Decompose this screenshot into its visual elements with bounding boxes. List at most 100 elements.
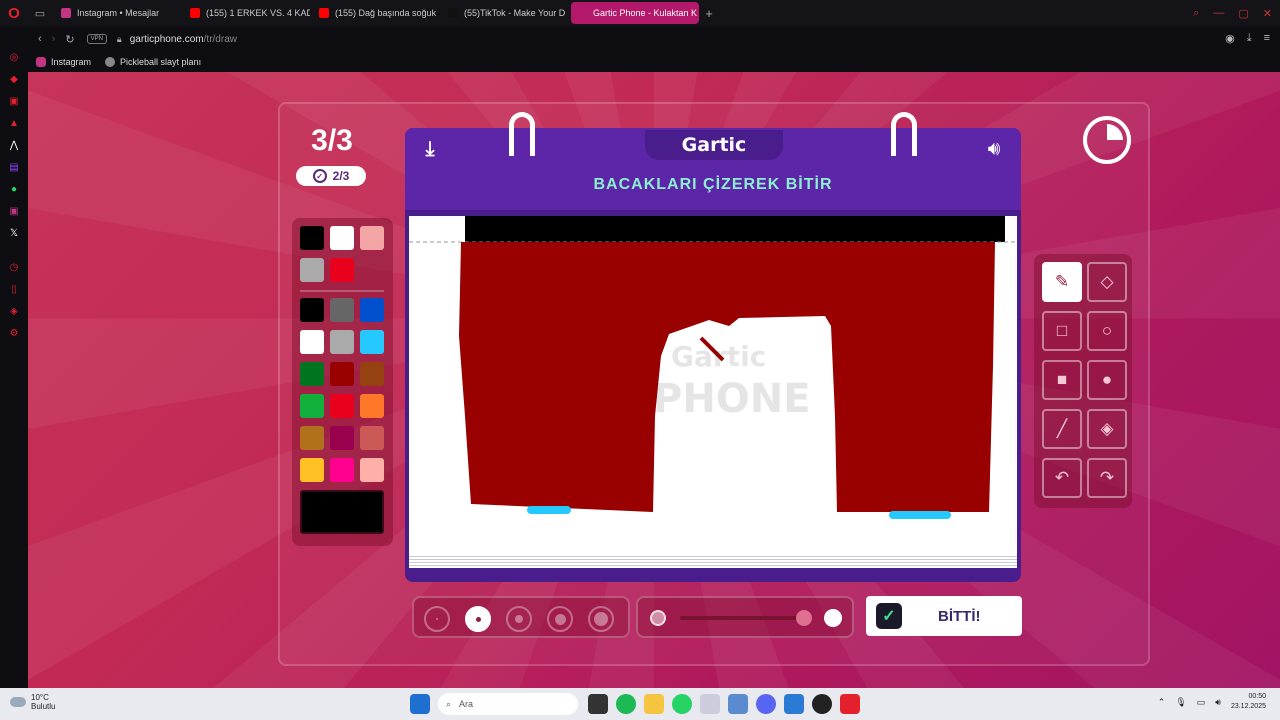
sidebar-arc-icon[interactable]: ⋀: [0, 134, 28, 156]
new-tab-button[interactable]: +: [699, 6, 719, 21]
circle-outline-tool-button[interactable]: ○: [1087, 311, 1127, 351]
profile-icon[interactable]: ◉: [1225, 32, 1235, 45]
color-swatch[interactable]: [360, 330, 384, 354]
lock-icon[interactable]: 🔒︎: [117, 34, 122, 45]
microphone-icon[interactable]: 🎙︎: [1175, 697, 1186, 708]
file-explorer-icon[interactable]: [644, 694, 664, 714]
sidebar-history-icon[interactable]: ◷: [0, 256, 28, 278]
maximize-button[interactable]: ▢: [1238, 7, 1248, 20]
bookmark-instagram[interactable]: Instagram: [36, 57, 91, 67]
download-drawing-icon[interactable]: ⤓: [417, 136, 443, 162]
pencil-tool-button[interactable]: ✎: [1042, 262, 1082, 302]
color-swatch[interactable]: [300, 298, 324, 322]
color-swatch[interactable]: [300, 458, 324, 482]
back-icon[interactable]: ‹: [38, 33, 42, 45]
sidebar-pinboard-icon[interactable]: ▯: [0, 278, 28, 300]
opacity-track[interactable]: [680, 616, 810, 620]
opacity-slider[interactable]: [636, 596, 854, 638]
brush-size-option[interactable]: [424, 606, 450, 632]
sidebar-crypto-icon[interactable]: ◆: [0, 68, 28, 90]
color-swatch[interactable]: [360, 298, 384, 322]
color-swatch[interactable]: [330, 394, 354, 418]
color-swatch[interactable]: [300, 362, 324, 386]
undo-tool-button[interactable]: ↶: [1042, 458, 1082, 498]
color-swatch[interactable]: [330, 458, 354, 482]
whatsapp-icon[interactable]: [672, 694, 692, 714]
bookmark-pickleball[interactable]: Pickleball slayt planı: [105, 57, 201, 67]
opera-logo-icon[interactable]: O: [0, 0, 28, 26]
color-swatch[interactable]: [360, 226, 384, 250]
square-outline-tool-button[interactable]: □: [1042, 311, 1082, 351]
search-tabs-icon[interactable]: ⌕: [1193, 7, 1199, 20]
color-swatch[interactable]: [360, 426, 384, 450]
sidebar-bag-icon[interactable]: ▲: [0, 112, 28, 134]
eraser-tool-button[interactable]: ◇: [1087, 262, 1127, 302]
brush-size-option[interactable]: [547, 606, 573, 632]
browser-tab[interactable]: Gartic Phone - Kulaktan K: [571, 2, 699, 24]
close-button[interactable]: ✕: [1263, 7, 1272, 20]
brush-size-option[interactable]: [465, 606, 491, 632]
brush-size-option[interactable]: [506, 606, 532, 632]
color-swatch[interactable]: [300, 394, 324, 418]
weather-widget[interactable]: 10°C Bulutlu: [10, 693, 55, 711]
sidebar-whatsapp-icon[interactable]: ●: [0, 178, 28, 200]
menu-icon[interactable]: ≡: [1264, 32, 1270, 45]
network-icon[interactable]: ▭: [1197, 697, 1206, 708]
sidebar-messenger-icon[interactable]: ▣: [0, 90, 28, 112]
taskbar-search[interactable]: ⌕ Ara: [438, 693, 578, 715]
opera-gx-icon[interactable]: [840, 694, 860, 714]
volume-icon[interactable]: 🔊︎: [1215, 697, 1221, 708]
download-icon[interactable]: ⤓: [1247, 32, 1252, 45]
sound-icon[interactable]: 🔊︎: [979, 136, 1009, 162]
bucket-tool-button[interactable]: ◈: [1087, 409, 1127, 449]
obs-icon[interactable]: [812, 694, 832, 714]
sidebar-settings-icon[interactable]: ⚙: [0, 322, 28, 344]
brush-size-option[interactable]: [588, 606, 614, 632]
drawing-canvas[interactable]: Gartic PHONE: [409, 216, 1017, 554]
browser-tab[interactable]: (155) 1 ERKEK VS. 4 KADIN: [184, 2, 310, 24]
color-swatch[interactable]: [330, 226, 354, 250]
sidebar-x-icon[interactable]: 𝕏: [0, 222, 28, 244]
color-swatch[interactable]: [330, 426, 354, 450]
color-swatch[interactable]: [300, 226, 324, 250]
color-swatch[interactable]: [330, 362, 354, 386]
reload-icon[interactable]: ↻: [65, 33, 74, 46]
done-button[interactable]: ✓ BİTTİ!: [866, 596, 1022, 636]
url-field[interactable]: garticphone.com/tr/draw: [130, 34, 237, 45]
color-swatch[interactable]: [360, 362, 384, 386]
browser-tab[interactable]: Instagram • Mesajlar: [55, 2, 181, 24]
circle-filled-tool-button[interactable]: ●: [1087, 360, 1127, 400]
forward-icon[interactable]: ›: [52, 33, 56, 45]
sidebar-extensions-icon[interactable]: ◈: [0, 300, 28, 322]
sidebar-instagram-icon[interactable]: ▣: [0, 200, 28, 222]
color-swatch[interactable]: [330, 330, 354, 354]
square-filled-tool-button[interactable]: ■: [1042, 360, 1082, 400]
settings-app-icon[interactable]: [728, 694, 748, 714]
done-label: BİTTİ!: [938, 607, 981, 625]
sidebar-twitch-icon[interactable]: ▤: [0, 156, 28, 178]
clock[interactable]: 00:50 23.12.2025: [1231, 692, 1266, 712]
browser-tab[interactable]: (55)TikTok - Make Your D: [442, 2, 568, 24]
color-swatch[interactable]: [330, 298, 354, 322]
line-tool-button[interactable]: ╱: [1042, 409, 1082, 449]
color-swatch[interactable]: [300, 330, 324, 354]
color-swatch[interactable]: [360, 394, 384, 418]
discord-icon[interactable]: [756, 694, 776, 714]
redo-tool-button[interactable]: ↷: [1087, 458, 1127, 498]
windows-start-icon[interactable]: [410, 694, 430, 714]
task-view-icon[interactable]: [588, 694, 608, 714]
chevron-up-icon[interactable]: ⌃: [1158, 697, 1166, 708]
tab-islands-icon[interactable]: ▭: [28, 0, 52, 26]
sidebar-aria-icon[interactable]: ◎: [0, 46, 28, 68]
browser-tab[interactable]: (155) Dağ başında soğuk: [313, 2, 439, 24]
visual-studio-icon[interactable]: [784, 694, 804, 714]
color-swatch[interactable]: [300, 426, 324, 450]
vpn-badge[interactable]: VPN: [86, 34, 107, 44]
spotify-icon[interactable]: [616, 694, 636, 714]
opacity-knob[interactable]: [796, 610, 812, 626]
color-swatch[interactable]: [360, 458, 384, 482]
app-icon[interactable]: [700, 694, 720, 714]
minimize-button[interactable]: —: [1213, 7, 1224, 19]
color-swatch[interactable]: [300, 258, 324, 282]
color-swatch[interactable]: [330, 258, 354, 282]
